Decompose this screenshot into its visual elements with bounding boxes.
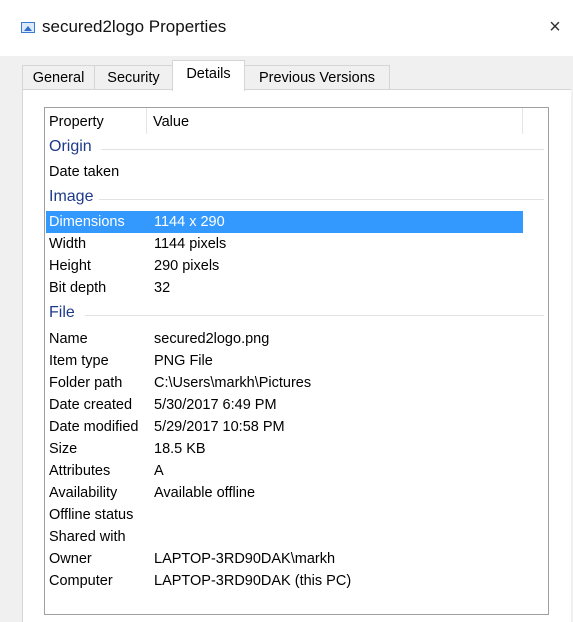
property-value: 5/30/2017 6:49 PM: [154, 397, 277, 413]
list-item[interactable]: Owner LAPTOP-3RD90DAK\markh: [46, 548, 523, 570]
list-item[interactable]: Bit depth 32: [46, 277, 523, 299]
property-value: 1144 x 290: [154, 214, 225, 230]
list-item[interactable]: Date taken: [46, 161, 523, 183]
property-value: LAPTOP-3RD90DAK (this PC): [154, 573, 352, 589]
tab-details[interactable]: Details: [172, 60, 245, 91]
close-button[interactable]: ×: [540, 12, 570, 42]
list-item[interactable]: Height 290 pixels: [46, 255, 523, 277]
list-item[interactable]: Width 1144 pixels: [46, 233, 523, 255]
tab-previous-versions[interactable]: Previous Versions: [244, 65, 390, 89]
tab-general[interactable]: General: [22, 65, 95, 89]
list-item[interactable]: Date modified 5/29/2017 10:58 PM: [46, 416, 523, 438]
property-name: Owner: [49, 551, 92, 567]
property-value: 18.5 KB: [154, 441, 206, 457]
list-item[interactable]: Offline status: [46, 504, 523, 526]
property-name: Shared with: [49, 529, 126, 545]
property-name: Dimensions: [49, 214, 125, 230]
window-title: secured2logo Properties: [42, 17, 227, 36]
property-name: Width: [49, 236, 87, 252]
group-file: File: [49, 304, 544, 326]
group-label: File: [49, 304, 75, 321]
group-divider: [99, 199, 544, 200]
group-divider: [85, 315, 544, 316]
list-item[interactable]: Shared with: [46, 526, 523, 548]
property-name: Attributes: [49, 463, 111, 479]
property-name: Availability: [49, 485, 118, 501]
property-name: Name: [49, 331, 88, 347]
property-value: A: [154, 463, 164, 479]
property-name: Date taken: [49, 164, 120, 180]
list-item[interactable]: Folder path C:\Users\markh\Pictures: [46, 372, 523, 394]
property-name: Date modified: [49, 419, 139, 435]
list-item[interactable]: Date created 5/30/2017 6:49 PM: [46, 394, 523, 416]
group-label: Origin: [49, 138, 92, 155]
property-name: Computer: [49, 573, 113, 589]
property-value: 5/29/2017 10:58 PM: [154, 419, 285, 435]
list-item[interactable]: Availability Available offline: [46, 482, 523, 504]
property-name: Bit depth: [49, 280, 107, 296]
list-item[interactable]: Attributes A: [46, 460, 523, 482]
list-item[interactable]: Size 18.5 KB: [46, 438, 523, 460]
tab-security[interactable]: Security: [94, 65, 173, 89]
property-name: Date created: [49, 397, 133, 413]
image-file-icon: [21, 22, 35, 33]
property-value: 1144 pixels: [154, 236, 227, 252]
group-origin: Origin: [49, 138, 544, 160]
list-item[interactable]: Item type PNG File: [46, 350, 523, 372]
property-name: Offline status: [49, 507, 134, 523]
details-panel: Property Value Origin Date taken Image D…: [22, 89, 571, 622]
list-item-selected[interactable]: Dimensions 1144 x 290: [46, 211, 523, 233]
dialog-body: General Security Details Previous Versio…: [0, 56, 573, 622]
property-list[interactable]: Property Value Origin Date taken Image D…: [44, 107, 549, 615]
group-divider: [101, 149, 544, 150]
column-header-value[interactable]: Value: [153, 114, 189, 130]
group-image: Image: [49, 188, 544, 210]
list-item[interactable]: Computer LAPTOP-3RD90DAK (this PC): [46, 570, 523, 592]
property-name: Height: [49, 258, 91, 274]
list-item[interactable]: Name secured2logo.png: [46, 328, 523, 350]
property-value: secured2logo.png: [154, 331, 270, 347]
column-divider[interactable]: [522, 108, 523, 134]
property-name: Item type: [49, 353, 109, 369]
property-name: Folder path: [49, 375, 123, 391]
property-value: 290 pixels: [154, 258, 220, 274]
property-value: Available offline: [154, 485, 256, 501]
group-label: Image: [49, 188, 94, 205]
column-divider[interactable]: [146, 108, 147, 134]
property-name: Size: [49, 441, 78, 457]
property-value: 32: [154, 280, 171, 296]
column-header: Property Value: [45, 108, 548, 136]
column-header-property[interactable]: Property: [49, 114, 104, 130]
property-value: LAPTOP-3RD90DAK\markh: [154, 551, 336, 567]
property-value: C:\Users\markh\Pictures: [154, 375, 312, 391]
property-value: PNG File: [154, 353, 213, 369]
title-bar: secured2logo Properties ×: [0, 0, 573, 56]
